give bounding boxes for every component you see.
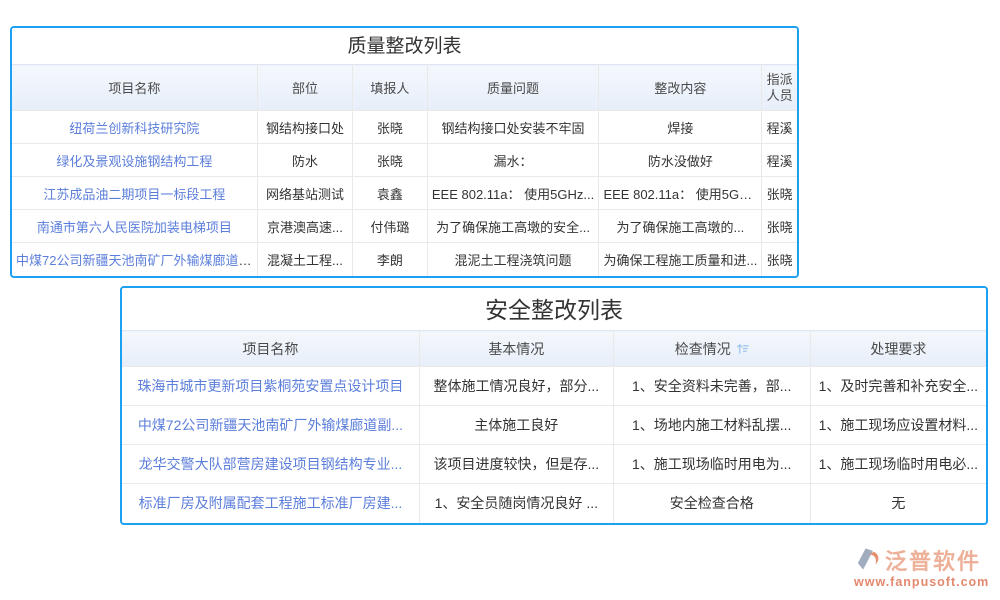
safety-table-title: 安全整改列表 bbox=[122, 288, 986, 330]
content-cell: EEE 802.11a： 使用5GH... bbox=[599, 177, 762, 210]
sort-ascending-icon[interactable] bbox=[736, 342, 749, 358]
project-link[interactable]: 中煤72公司新疆天池南矿厂外输煤廊道副... bbox=[16, 253, 257, 268]
fanpu-logo-icon bbox=[854, 546, 882, 577]
safety-col-project-name: 项目名称 bbox=[122, 331, 419, 367]
part-cell: 京港澳高速... bbox=[257, 210, 352, 243]
quality-col-assignee: 指派人员 bbox=[762, 65, 797, 111]
project-cell: 珠海市城市更新项目紫桐苑安置点设计项目 bbox=[122, 367, 419, 406]
project-cell: 中煤72公司新疆天池南矿厂外输煤廊道副... bbox=[12, 243, 257, 276]
table-row: 南通市第六人民医院加装电梯项目 京港澳高速...付伟璐为了确保施工高墩的安全...… bbox=[12, 210, 797, 243]
safety-col-requirement: 处理要求 bbox=[810, 331, 986, 367]
project-link[interactable]: 标准厂房及附属配套工程施工标准厂房建... bbox=[139, 495, 403, 511]
content-cell: 为了确保施工高墩的... bbox=[599, 210, 762, 243]
project-cell: 纽荷兰创新科技研究院 bbox=[12, 111, 257, 144]
content-cell: 为确保工程施工质量和进... bbox=[599, 243, 762, 276]
safety-header-row: 项目名称 基本情况 检查情况 处理要求 bbox=[122, 331, 986, 367]
quality-col-reporter: 填报人 bbox=[353, 65, 427, 111]
requirement-cell: 1、施工现场应设置材料... bbox=[810, 406, 986, 445]
basic-cell: 主体施工良好 bbox=[419, 406, 613, 445]
table-row: 龙华交警大队部营房建设项目钢结构专业...该项目进度较快，但是存...1、施工现… bbox=[122, 445, 986, 484]
basic-cell: 1、安全员随岗情况良好 ... bbox=[419, 484, 613, 523]
quality-rectification-panel: 质量整改列表 项目名称 部位 填报人 质量问题 整改内容 指派人员 纽荷兰创新科… bbox=[10, 26, 799, 278]
part-cell: 混凝土工程... bbox=[257, 243, 352, 276]
project-cell: 江苏成品油二期项目一标段工程 bbox=[12, 177, 257, 210]
reporter-cell: 张晓 bbox=[353, 111, 427, 144]
project-link[interactable]: 南通市第六人民医院加装电梯项目 bbox=[37, 220, 232, 235]
quality-col-project-name: 项目名称 bbox=[12, 65, 257, 111]
reporter-cell: 付伟璐 bbox=[353, 210, 427, 243]
table-row: 珠海市城市更新项目紫桐苑安置点设计项目整体施工情况良好，部分...1、安全资料未… bbox=[122, 367, 986, 406]
quality-table-title: 质量整改列表 bbox=[12, 28, 797, 64]
assignee-cell: 张晓 bbox=[762, 177, 797, 210]
content-cell: 防水没做好 bbox=[599, 144, 762, 177]
inspection-cell: 1、场地内施工材料乱摆... bbox=[613, 406, 810, 445]
brand-url: www.fanpusoft.com bbox=[854, 575, 989, 589]
table-row: 中煤72公司新疆天池南矿厂外输煤廊道副...混凝土工程...李朗混泥土工程浇筑问… bbox=[12, 243, 797, 276]
assignee-cell: 张晓 bbox=[762, 210, 797, 243]
project-link[interactable]: 江苏成品油二期项目一标段工程 bbox=[43, 187, 225, 202]
inspection-cell: 1、施工现场临时用电为... bbox=[613, 445, 810, 484]
table-row: 绿化及景观设施钢结构工程 防水张晓漏水：防水没做好程溪 bbox=[12, 144, 797, 177]
issue-cell: 为了确保施工高墩的安全... bbox=[427, 210, 599, 243]
project-cell: 绿化及景观设施钢结构工程 bbox=[12, 144, 257, 177]
issue-cell: 漏水： bbox=[427, 144, 599, 177]
brand-name: 泛普软件 bbox=[885, 550, 981, 574]
reporter-cell: 袁鑫 bbox=[353, 177, 427, 210]
project-cell: 龙华交警大队部营房建设项目钢结构专业... bbox=[122, 445, 419, 484]
requirement-cell: 1、施工现场临时用电必... bbox=[810, 445, 986, 484]
project-link[interactable]: 龙华交警大队部营房建设项目钢结构专业... bbox=[139, 456, 403, 472]
inspection-cell: 安全检查合格 bbox=[613, 484, 810, 523]
quality-col-part: 部位 bbox=[257, 65, 352, 111]
content-cell: 焊接 bbox=[599, 111, 762, 144]
issue-cell: EEE 802.11a： 使用5GHz... bbox=[427, 177, 599, 210]
quality-col-content: 整改内容 bbox=[599, 65, 762, 111]
issue-cell: 钢结构接口处安装不牢固 bbox=[427, 111, 599, 144]
quality-table: 项目名称 部位 填报人 质量问题 整改内容 指派人员 纽荷兰创新科技研究院 钢结构… bbox=[12, 64, 797, 276]
basic-cell: 整体施工情况良好，部分... bbox=[419, 367, 613, 406]
part-cell: 网络基站测试 bbox=[257, 177, 352, 210]
table-row: 江苏成品油二期项目一标段工程网络基站测试袁鑫EEE 802.11a： 使用5GH… bbox=[12, 177, 797, 210]
project-cell: 标准厂房及附属配套工程施工标准厂房建... bbox=[122, 484, 419, 523]
part-cell: 钢结构接口处 bbox=[257, 111, 352, 144]
requirement-cell: 无 bbox=[810, 484, 986, 523]
requirement-cell: 1、及时完善和补充安全... bbox=[810, 367, 986, 406]
reporter-cell: 张晓 bbox=[353, 144, 427, 177]
project-cell: 中煤72公司新疆天池南矿厂外输煤廊道副... bbox=[122, 406, 419, 445]
reporter-cell: 李朗 bbox=[353, 243, 427, 276]
table-row: 纽荷兰创新科技研究院 钢结构接口处张晓钢结构接口处安装不牢固焊接程溪 bbox=[12, 111, 797, 144]
project-link[interactable]: 珠海市城市更新项目紫桐苑安置点设计项目 bbox=[137, 378, 403, 394]
basic-cell: 该项目进度较快，但是存... bbox=[419, 445, 613, 484]
project-link[interactable]: 绿化及景观设施钢结构工程 bbox=[56, 154, 212, 169]
part-cell: 防水 bbox=[257, 144, 352, 177]
safety-table: 项目名称 基本情况 检查情况 处理要求 珠海市城市更新项目紫桐苑安置点设计项目整… bbox=[122, 330, 986, 523]
assignee-cell: 张晓 bbox=[762, 243, 797, 276]
safety-col-basic: 基本情况 bbox=[419, 331, 613, 367]
quality-col-issue: 质量问题 bbox=[427, 65, 599, 111]
project-link[interactable]: 纽荷兰创新科技研究院 bbox=[69, 121, 199, 136]
table-row: 标准厂房及附属配套工程施工标准厂房建... 1、安全员随岗情况良好 ...安全检查… bbox=[122, 484, 986, 523]
issue-cell: 混泥土工程浇筑问题 bbox=[427, 243, 599, 276]
table-row: 中煤72公司新疆天池南矿厂外输煤廊道副... 主体施工良好1、场地内施工材料乱摆.… bbox=[122, 406, 986, 445]
assignee-cell: 程溪 bbox=[762, 144, 797, 177]
project-link[interactable]: 中煤72公司新疆天池南矿厂外输煤廊道副... bbox=[138, 417, 403, 433]
safety-col-inspection-label: 检查情况 bbox=[675, 341, 731, 357]
safety-rectification-panel: 安全整改列表 项目名称 基本情况 检查情况 处理要求 珠海市城市更新项目紫桐苑安… bbox=[120, 286, 988, 525]
brand-watermark: 泛普软件 www.fanpusoft.com bbox=[854, 546, 989, 589]
inspection-cell: 1、安全资料未完善，部... bbox=[613, 367, 810, 406]
safety-col-inspection[interactable]: 检查情况 bbox=[613, 331, 810, 367]
quality-header-row: 项目名称 部位 填报人 质量问题 整改内容 指派人员 bbox=[12, 65, 797, 111]
project-cell: 南通市第六人民医院加装电梯项目 bbox=[12, 210, 257, 243]
assignee-cell: 程溪 bbox=[762, 111, 797, 144]
